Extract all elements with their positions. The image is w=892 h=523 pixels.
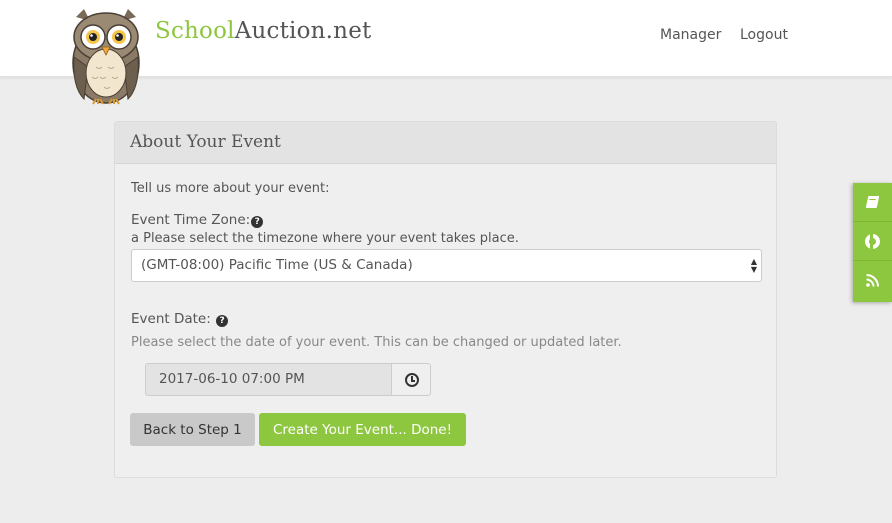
nav-manager-link[interactable]: Manager (660, 27, 721, 43)
life-ring-icon (865, 234, 880, 249)
owl-logo[interactable] (70, 7, 142, 105)
brand-name[interactable]: SchoolAuction.net (155, 18, 371, 44)
help-icon[interactable]: ? (251, 216, 264, 228)
timezone-label: Event Time Zone:? (131, 212, 264, 228)
nav-logout-link[interactable]: Logout (740, 27, 788, 43)
help-icon[interactable]: ? (216, 315, 229, 327)
panel-heading: About Your Event (115, 122, 776, 164)
create-event-button[interactable]: Create Your Event... Done! (259, 413, 466, 446)
book-icon (865, 196, 880, 208)
back-to-step1-button[interactable]: Back to Step 1 (130, 413, 255, 446)
side-tab-rss[interactable] (853, 261, 892, 302)
event-date-input[interactable]: 2017-06-10 07:00 PM (145, 363, 391, 396)
clock-icon (405, 373, 419, 387)
timezone-select[interactable]: (GMT-08:00) Pacific Time (US & Canada) ▲… (131, 249, 762, 282)
select-arrows-icon: ▲ ▼ (750, 257, 757, 274)
side-tabs (853, 183, 892, 302)
side-tab-book[interactable] (853, 183, 892, 222)
rss-icon (866, 274, 879, 287)
timezone-help-text: a Please select the timezone where your … (131, 231, 519, 246)
about-event-panel: About Your Event Tell us more about your… (114, 121, 777, 478)
date-label: Event Date: ? (131, 311, 229, 327)
date-picker-button[interactable] (391, 363, 431, 396)
panel-title: About Your Event (130, 132, 281, 152)
date-help-text: Please select the date of your event. Th… (131, 335, 622, 350)
side-tab-support[interactable] (853, 222, 892, 261)
intro-text: Tell us more about your event: (131, 181, 330, 196)
